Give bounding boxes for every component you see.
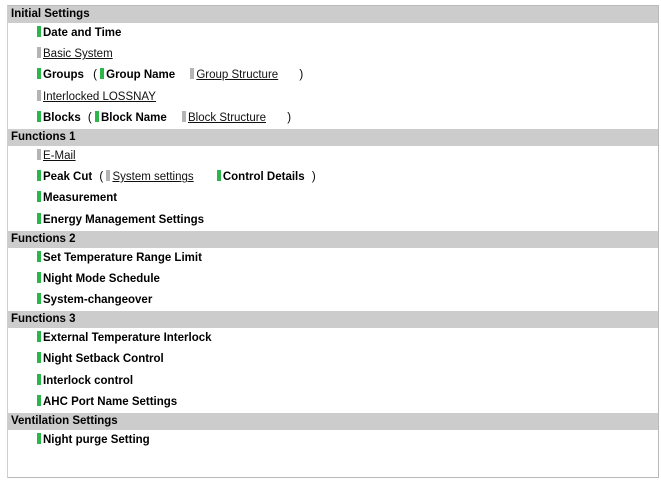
email-link[interactable]: E-Mail [43, 150, 76, 162]
disabled-marker-icon [37, 89, 41, 101]
blocks-label[interactable]: Blocks [43, 112, 81, 124]
group-structure-link[interactable]: Group Structure [196, 69, 278, 81]
menu-item-system-changeover[interactable]: System-changeover [8, 290, 658, 311]
menu-item-measurement[interactable]: Measurement [8, 188, 658, 209]
disabled-marker-icon [37, 148, 41, 160]
disabled-marker-icon [106, 170, 111, 182]
menu-item-energy-management[interactable]: Energy Management Settings [8, 210, 658, 231]
menu-item-blocks[interactable]: Blocks ( Block Name Block Structure ) [8, 108, 658, 129]
menu-item-interlock-control[interactable]: Interlock control [8, 371, 658, 392]
menu-item-night-mode-schedule[interactable]: Night Mode Schedule [8, 269, 658, 290]
enabled-marker-icon [37, 373, 41, 385]
menu-item-basic-system[interactable]: Basic System [8, 44, 658, 65]
open-paren: ( [99, 171, 104, 184]
enabled-marker-icon [37, 352, 41, 364]
menu-item-interlocked-lossnay[interactable]: Interlocked LOSSNAY [8, 87, 658, 108]
enabled-marker-icon [37, 250, 41, 262]
menu-item-external-temperature-interlock[interactable]: External Temperature Interlock [8, 328, 658, 349]
disabled-marker-icon [190, 68, 195, 80]
system-changeover-label[interactable]: System-changeover [43, 294, 152, 306]
control-details-link[interactable]: Control Details [223, 171, 305, 183]
block-structure-link[interactable]: Block Structure [188, 112, 266, 124]
enabled-marker-icon [37, 170, 41, 182]
disabled-marker-icon [182, 110, 187, 122]
night-setback-control-label[interactable]: Night Setback Control [43, 353, 164, 365]
section-header-functions-2: Functions 2 [8, 230, 658, 248]
enabled-marker-icon [37, 394, 41, 406]
enabled-marker-icon [37, 191, 41, 203]
open-paren: ( [93, 69, 97, 82]
group-name-link[interactable]: Group Name [106, 69, 175, 81]
menu-item-ahc-port-name[interactable]: AHC Port Name Settings [8, 392, 658, 413]
enabled-marker-icon [37, 26, 41, 37]
night-mode-schedule-label[interactable]: Night Mode Schedule [43, 273, 160, 285]
menu-item-set-temperature-range[interactable]: Set Temperature Range Limit [8, 248, 658, 269]
enabled-marker-icon [216, 170, 221, 182]
section-header-functions-1: Functions 1 [8, 128, 658, 146]
menu-item-email[interactable]: E-Mail [8, 146, 658, 167]
interlocked-lossnay-link[interactable]: Interlocked LOSSNAY [43, 91, 156, 103]
menu-item-night-setback-control[interactable]: Night Setback Control [8, 349, 658, 370]
enabled-marker-icon [94, 110, 99, 122]
close-paren: ) [311, 171, 316, 184]
enabled-marker-icon [37, 212, 41, 224]
date-time-label[interactable]: Date and Time [43, 27, 121, 39]
night-purge-label[interactable]: Night purge Setting [43, 434, 150, 446]
peak-cut-label[interactable]: Peak Cut [43, 171, 92, 183]
enabled-marker-icon [37, 331, 41, 343]
set-temperature-range-label[interactable]: Set Temperature Range Limit [43, 252, 202, 264]
close-paren: ) [299, 69, 304, 82]
system-settings-link[interactable]: System settings [112, 171, 193, 183]
ahc-port-name-label[interactable]: AHC Port Name Settings [43, 396, 177, 408]
section-header-initial-settings: Initial Settings [8, 6, 658, 23]
section-header-functions-3: Functions 3 [8, 311, 658, 329]
menu-item-date-time[interactable]: Date and Time [8, 23, 658, 44]
enabled-marker-icon [100, 68, 105, 80]
interlock-control-label[interactable]: Interlock control [43, 375, 133, 387]
enabled-marker-icon [37, 271, 41, 283]
menu-item-groups[interactable]: Groups ( Group Name Group Structure ) [8, 65, 658, 86]
open-paren: ( [87, 111, 92, 124]
groups-label[interactable]: Groups [43, 69, 84, 81]
enabled-marker-icon [37, 110, 41, 122]
block-name-link[interactable]: Block Name [101, 112, 167, 124]
close-paren: ) [287, 111, 292, 124]
settings-menu-panel: Initial Settings Date and Time Basic Sys… [7, 5, 659, 478]
section-header-ventilation-settings: Ventilation Settings [8, 413, 658, 430]
menu-item-peak-cut[interactable]: Peak Cut ( System settings Control Detai… [8, 167, 658, 188]
external-temperature-interlock-label[interactable]: External Temperature Interlock [43, 332, 212, 344]
basic-system-link[interactable]: Basic System [43, 48, 113, 60]
enabled-marker-icon [37, 68, 41, 80]
energy-management-label[interactable]: Energy Management Settings [43, 214, 204, 226]
enabled-marker-icon [37, 433, 41, 444]
menu-item-night-purge[interactable]: Night purge Setting [8, 430, 658, 451]
disabled-marker-icon [37, 47, 41, 59]
enabled-marker-icon [37, 293, 41, 305]
measurement-label[interactable]: Measurement [43, 192, 117, 204]
